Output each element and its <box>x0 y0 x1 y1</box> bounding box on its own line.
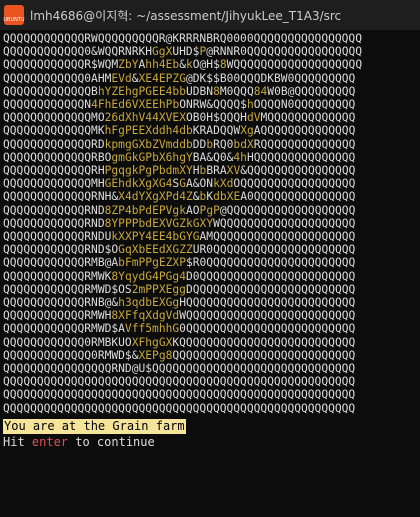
art-line: QQQQQQQQQQQQRND8ZP4bPdEPVgkAOPgP@QQQQQQQ… <box>3 203 356 217</box>
prompt-after: to continue <box>68 434 155 449</box>
terminal-content[interactable]: QQQQQQQQQQQQRWQQQQQQQQQR@KRRRNBRQ0000QQQ… <box>0 30 420 517</box>
art-line: QQQQQQQQQQQQ0AHMEVd&XE4EPZG@DK$$B00QQQDK… <box>3 71 356 85</box>
art-line: QQQQQQQQQQQQRMWH8XFfqXdgVdWQQQQQQQQQQQQQ… <box>3 309 356 323</box>
prompt-key: enter <box>31 434 69 449</box>
ascii-art: QQQQQQQQQQQQRWQQQQQQQQQR@KRRRNBRQ0000QQQ… <box>3 32 420 415</box>
art-line: QQQQQQQQQQQQQRDkpmgGXbZVmddbDDbRQ0bdXRQQ… <box>3 137 356 151</box>
art-line: QQQQQQQQQQQQQRNH&X4dYXgXPd4Z&bKdbXEA0QQQ… <box>3 190 356 204</box>
art-line: QQQQQQQQQQQQ0RMBKUOXFhgGXKQQQQQQQQQQQQQQ… <box>3 335 356 349</box>
art-line: QQQQQQQQQQQQRNB@&h3qdbEXGgHQQQQQQQQQQQQQ… <box>3 296 356 310</box>
art-line: QQQQQQQQQQQQQQQQRND@U$QQQQQQQQQQQQQQQQQQ… <box>3 362 356 376</box>
art-line: QQQQQQQQQQQQN4FhEd6VXEEhPbONRW&QQQQ$hOQQ… <box>3 98 356 112</box>
art-line: QQQQQQQQQQQQQBhYZEhgPGEE4bbUDBN8M0QQQ84W… <box>3 84 356 98</box>
art-line: QQQQQQQQQQQQRND$OGqXbEEdXGZZUR0QQQQQQQQQ… <box>3 243 356 257</box>
art-line: QQQQQQQQQQQQQQQQQQQQQQQQQQQQQQQQQQQQQQQQ… <box>3 401 356 415</box>
app-icon-label: UBUNTU <box>3 17 25 23</box>
art-line: QQQQQQQQQQQQRMWK8YqydG4PGg4D0QQQQQQQQQQQ… <box>3 269 356 283</box>
location-message: You are at the Grain farm <box>3 418 186 434</box>
art-line: QQQQQQQQQQQQQQQQQQQQQQQQQQQQQQQQQQQQQQQQ… <box>3 375 356 389</box>
art-line: QQQQQQQQQQQQRNDUkXXPY4EE4bGYGAMQQQQQQQQQ… <box>3 230 356 244</box>
art-line: QQQQQQQQQQQQQMKhFgPEEXddh4dbKRADQQWXgAQQ… <box>3 124 356 138</box>
window-titlebar: UBUNTU lmh4686@이지혁: ~/assessment/JihyukL… <box>0 0 420 30</box>
art-line: QQQQQQQQQQQQQRBOgmGkGPbX6hgYBA&Q0&4hHQQQ… <box>3 150 356 164</box>
art-line: QQQQQQQQQQQQQMO26dXhV44XVEXOB0H$QQQHdVMQ… <box>3 111 356 125</box>
window-title: lmh4686@이지혁: ~/assessment/JihyukLee_T1A3… <box>30 8 342 23</box>
continue-prompt: Hit enter to continue <box>3 434 420 450</box>
art-line: QQQQQQQQQQQQRMWD$AVff5mhhG0QQQQQQQQQQQQQ… <box>3 322 356 336</box>
art-line: QQQQQQQQQQQQR$WQMZbYAhh4Eb&kO@H$8WQQQQQQ… <box>3 58 363 72</box>
art-line: QQQQQQQQQQQQQQQQQQQQQQQQQQQQQQQQQQQQQQQQ… <box>3 388 356 402</box>
art-line: QQQQQQQQQQQQ0&WQQRNRKHGgXUHD$P@RNNR0QQQQ… <box>3 45 363 59</box>
prompt-before: Hit <box>3 434 32 449</box>
art-line: QQQQQQQQQQQQRWQQQQQQQQQR@KRRRNBRQ0000QQQ… <box>3 32 362 45</box>
art-line: QQQQQQQQQQQQQMHGEhdkXgXG4SGA&ONkXdOQQQQQ… <box>3 177 356 191</box>
art-line: QQQQQQQQQQQQQRHPgqgkPgPbdmXYHbBRAXV&QQQQ… <box>3 164 356 178</box>
art-line: QQQQQQQQQQQQRND8YPPPbdEXVGZkGXYWQQQQQQQQ… <box>3 216 356 230</box>
art-line: QQQQQQQQQQQQRMWD$OS2mPPXEggDQQQQQQQQQQQQ… <box>3 282 356 296</box>
art-line: QQQQQQQQQQQQQ0RMWD$&XEPg8QQQQQQQQQQQQQQQ… <box>3 348 356 362</box>
ubuntu-terminal-icon: UBUNTU <box>3 5 25 25</box>
art-line: QQQQQQQQQQQQRMB@AbFmPPgEZXP$R0QQQQQQQQQQ… <box>3 256 356 270</box>
